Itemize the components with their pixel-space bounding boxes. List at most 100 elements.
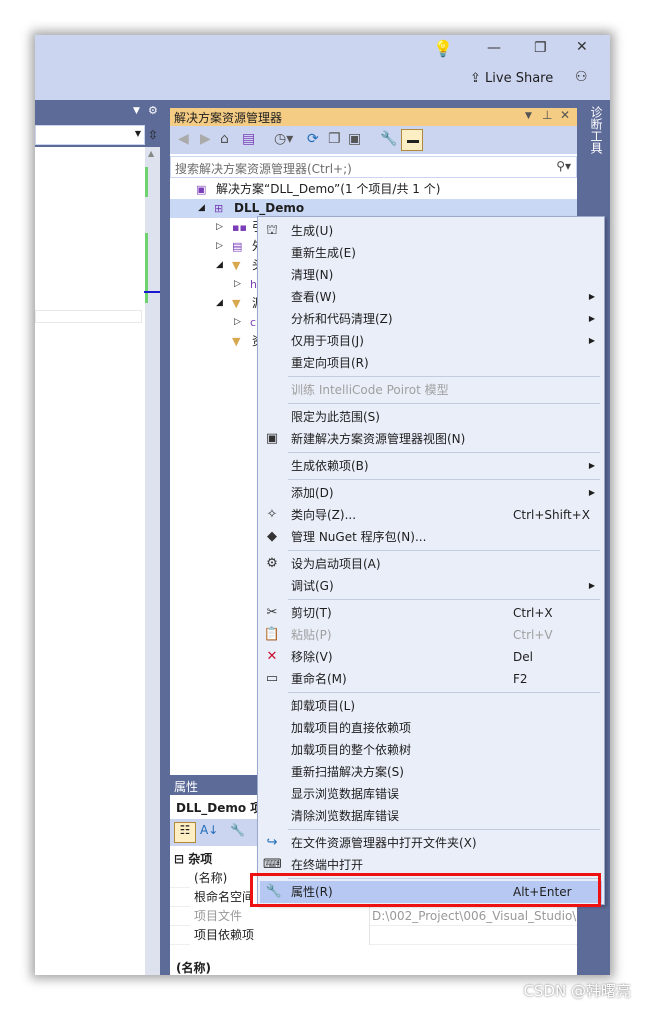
menu-item[interactable]: 重新扫描解决方案(S) <box>258 761 604 783</box>
home-icon[interactable]: ⌂ <box>220 131 229 147</box>
refresh-icon[interactable]: ⟳ <box>307 131 319 147</box>
back-icon[interactable]: ◀ <box>178 131 189 147</box>
menu-item-label: 训练 IntelliCode Poirot 模型 <box>291 383 449 397</box>
alphabetical-icon[interactable]: A↓ <box>200 823 218 837</box>
menu-item[interactable]: 查看(W) ▶ <box>258 286 604 308</box>
left-panel-combo[interactable]: ▼ <box>35 125 145 145</box>
restore-button[interactable]: ❐ <box>534 40 547 56</box>
menu-item[interactable]: 重新生成(E) <box>258 242 604 264</box>
side-tab-diagnostic-tools[interactable]: 诊断工具 <box>583 100 605 200</box>
scroll-up-icon[interactable]: ▲ <box>148 149 154 158</box>
feedback-person-icon[interactable]: ⚇ <box>575 69 588 85</box>
menu-item[interactable]: 仅用于项目(J) ▶ <box>258 330 604 352</box>
dropdown-icon[interactable]: ▼ <box>133 106 140 116</box>
title-bar: 💡 — ❐ ✕ ⇪ Live Share ⚇ <box>35 35 610 100</box>
menu-item-label: 显示浏览数据库错误 <box>291 787 400 801</box>
editor-area[interactable] <box>35 147 145 975</box>
live-share-button[interactable]: ⇪ Live Share <box>470 71 553 86</box>
menu-item[interactable]: ✧ 类向导(Z)... Ctrl+Shift+X <box>258 504 604 526</box>
menu-item[interactable]: ✂ 剪切(T) Ctrl+X <box>258 602 604 624</box>
menu-item-icon: ▣ <box>265 431 279 446</box>
menu-item-label: 卸载项目(L) <box>291 699 356 713</box>
menu-item[interactable]: ▭ 重命名(M) F2 <box>258 668 604 690</box>
menu-item[interactable]: 重定向项目(R) <box>258 352 604 374</box>
menu-item[interactable]: 生成依赖项(B) ▶ <box>258 455 604 477</box>
forward-icon[interactable]: ▶ <box>200 131 211 147</box>
menu-item-label: 剪切(T) <box>291 606 332 620</box>
menu-item[interactable]: 清理(N) <box>258 264 604 286</box>
property-pages-icon[interactable]: 🔧 <box>230 823 245 837</box>
search-icon[interactable]: ⚲▾ <box>556 159 571 173</box>
collapse-all-icon[interactable]: ❐ <box>328 131 341 147</box>
feedback-bulb-icon[interactable]: 💡 <box>433 39 453 58</box>
wrench-icon[interactable]: 🔧 <box>380 131 397 147</box>
vertical-scrollbar[interactable]: ▲ <box>144 147 160 975</box>
menu-item[interactable]: 加载项目的整个依赖树 <box>258 739 604 761</box>
menu-item: 训练 IntelliCode Poirot 模型 <box>258 379 604 401</box>
menu-item-label: 添加(D) <box>291 486 334 500</box>
menu-item[interactable]: ◆ 管理 NuGet 程序包(N)... <box>258 526 604 548</box>
menu-item-label: 设为启动项目(A) <box>291 557 381 571</box>
expander-icon[interactable]: ▷ <box>216 237 223 256</box>
menu-item-shortcut: Ctrl+X <box>513 606 553 620</box>
menu-item[interactable]: 调试(G) ▶ <box>258 575 604 597</box>
expander-icon[interactable]: ◢ <box>216 294 223 313</box>
menu-item[interactable]: 分析和代码清理(Z) ▶ <box>258 308 604 330</box>
tree-node-icon: ▤ <box>232 240 243 253</box>
menu-item[interactable]: ✕ 移除(V) Del <box>258 646 604 668</box>
menu-item-label: 限定为此范围(S) <box>291 410 380 424</box>
pin-icon[interactable]: ⊥ <box>542 108 552 122</box>
menu-item[interactable]: 添加(D) ▶ <box>258 482 604 504</box>
menu-item[interactable]: ▣ 新建解决方案资源管理器视图(N) <box>258 428 604 450</box>
close-button[interactable]: ✕ <box>576 39 588 55</box>
tree-node-icon: h <box>250 278 257 291</box>
menu-item-label: 仅用于项目(J) <box>291 334 364 348</box>
chevron-down-icon: ▼ <box>134 129 141 138</box>
minimize-button[interactable]: — <box>487 40 501 56</box>
menu-item-icon: ✂ <box>266 605 278 620</box>
submenu-arrow-icon: ▶ <box>588 314 595 323</box>
menu-item[interactable]: 限定为此范围(S) <box>258 406 604 428</box>
expander-icon[interactable]: ◢ <box>198 199 205 218</box>
switch-views-icon[interactable]: ▤ <box>242 131 255 147</box>
property-row[interactable]: 项目依赖项 <box>170 926 577 945</box>
expander-icon[interactable]: ▷ <box>216 218 223 237</box>
menu-item-icon: ⛫ <box>266 223 278 238</box>
gear-icon[interactable]: ⚙ <box>148 104 158 117</box>
menu-item-label: 生成(U) <box>291 224 334 238</box>
close-icon[interactable]: ✕ <box>560 108 570 122</box>
menu-item[interactable]: ⚙ 设为启动项目(A) <box>258 553 604 575</box>
expander-icon[interactable]: ◢ <box>216 256 223 275</box>
menu-item[interactable]: 清除浏览数据库错误 <box>258 805 604 827</box>
menu-item-label: 查看(W) <box>291 290 337 304</box>
menu-item-shortcut: Del <box>513 650 533 664</box>
tree-node-icon: ▪▪ <box>232 221 247 234</box>
submenu-arrow-icon: ▶ <box>588 461 595 470</box>
submenu-arrow-icon: ▶ <box>588 488 595 497</box>
menu-item[interactable]: 显示浏览数据库错误 <box>258 783 604 805</box>
tree-node-icon: ▼ <box>232 297 241 310</box>
property-name: 项目文件 <box>190 907 370 926</box>
expander-icon[interactable]: ▷ <box>234 313 241 332</box>
split-icon[interactable]: ⇳ <box>148 128 158 142</box>
annotation-highlight-box <box>250 873 601 907</box>
pending-changes-icon[interactable]: ◷▾ <box>274 131 293 147</box>
property-value[interactable]: D:\002_Project\006_Visual_Studio\D <box>372 907 577 926</box>
preview-toggle-button[interactable] <box>401 129 423 151</box>
menu-item[interactable]: ↪ 在文件资源管理器中打开文件夹(X) <box>258 832 604 854</box>
menu-item-label: 加载项目的整个依赖树 <box>291 743 412 757</box>
menu-item[interactable]: 卸载项目(L) <box>258 695 604 717</box>
dropdown-icon[interactable]: ▼ <box>525 111 532 121</box>
menu-item-label: 在文件资源管理器中打开文件夹(X) <box>291 836 477 850</box>
show-all-files-icon[interactable]: ▣ <box>348 131 361 147</box>
menu-item-label: 粘贴(P) <box>291 628 332 642</box>
solution-search-input[interactable]: 搜索解决方案资源管理器(Ctrl+;) ⚲▾ <box>170 156 577 178</box>
menu-item-icon: ⚙ <box>266 556 278 571</box>
solution-explorer-toolbar: ◀ ▶ ⌂ ▤ ◷▾ ⟳ ❐ ▣ 🔧 <box>170 126 577 154</box>
property-row[interactable]: 项目文件 D:\002_Project\006_Visual_Studio\D <box>170 907 577 926</box>
categorized-icon[interactable]: ☷ <box>174 822 196 843</box>
menu-item[interactable]: 加载项目的直接依赖项 <box>258 717 604 739</box>
tree-item[interactable]: ▣ 解决方案“DLL_Demo”(1 个项目/共 1 个) <box>170 180 577 199</box>
menu-item[interactable]: ⛫ 生成(U) <box>258 220 604 242</box>
expander-icon[interactable]: ▷ <box>234 275 241 294</box>
